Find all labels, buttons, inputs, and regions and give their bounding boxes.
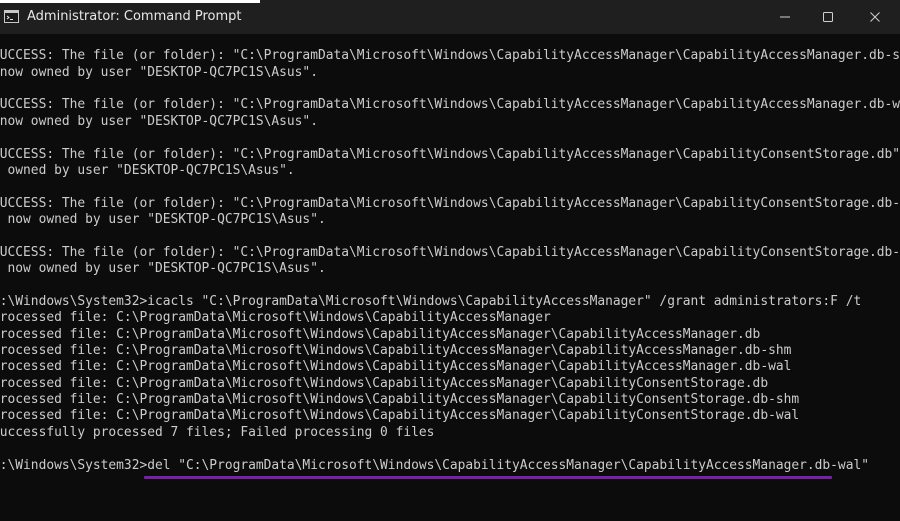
output-line: processed file: C:\ProgramData\Microsoft… xyxy=(0,408,800,423)
close-button[interactable] xyxy=(852,0,898,34)
maximize-button[interactable] xyxy=(805,0,851,34)
command-line-del: C:\Windows\System32>del "C:\ProgramData\… xyxy=(0,458,869,473)
output-line: Successfully processed 7 files; Failed p… xyxy=(0,425,435,440)
maximize-icon xyxy=(823,12,833,22)
output-line: SUCCESS: The file (or folder): "C:\Progr… xyxy=(0,97,900,112)
cmd-icon xyxy=(4,10,19,23)
output-line: SUCCESS: The file (or folder): "C:\Progr… xyxy=(0,196,900,211)
output-line: w owned by user "DESKTOP-QC7PC1S\Asus". xyxy=(0,163,295,178)
output-line: " now owned by user "DESKTOP-QC7PC1S\Asu… xyxy=(0,212,326,227)
output-line: processed file: C:\ProgramData\Microsoft… xyxy=(0,392,800,407)
terminal-output[interactable]: SUCCESS: The file (or folder): "C:\Progr… xyxy=(0,42,900,521)
output-line: SUCCESS: The file (or folder): "C:\Progr… xyxy=(0,48,900,63)
title-bar-top-strip xyxy=(0,0,260,3)
output-line: now owned by user "DESKTOP-QC7PC1S\Asus"… xyxy=(0,114,318,129)
output-line: processed file: C:\ProgramData\Microsoft… xyxy=(0,376,769,391)
output-line: SUCCESS: The file (or folder): "C:\Progr… xyxy=(0,147,900,162)
output-line: processed file: C:\ProgramData\Microsoft… xyxy=(0,359,792,374)
highlight-underline xyxy=(144,476,832,479)
minimize-icon xyxy=(780,16,790,18)
output-line: processed file: C:\ProgramData\Microsoft… xyxy=(0,327,761,342)
close-icon xyxy=(870,12,880,22)
window-title: Administrator: Command Prompt xyxy=(27,9,242,24)
minimize-button[interactable] xyxy=(762,0,808,34)
command-line-icacls: C:\Windows\System32>icacls "C:\ProgramDa… xyxy=(0,294,862,309)
output-line: " now owned by user "DESKTOP-QC7PC1S\Asu… xyxy=(0,261,326,276)
output-line: now owned by user "DESKTOP-QC7PC1S\Asus"… xyxy=(0,65,318,80)
output-line: processed file: C:\ProgramData\Microsoft… xyxy=(0,310,551,325)
output-line: processed file: C:\ProgramData\Microsoft… xyxy=(0,343,792,358)
command-prompt-window: Administrator: Command Prompt SUCCESS: T… xyxy=(0,0,900,521)
output-line: SUCCESS: The file (or folder): "C:\Progr… xyxy=(0,245,900,260)
title-bar[interactable]: Administrator: Command Prompt xyxy=(0,0,900,34)
